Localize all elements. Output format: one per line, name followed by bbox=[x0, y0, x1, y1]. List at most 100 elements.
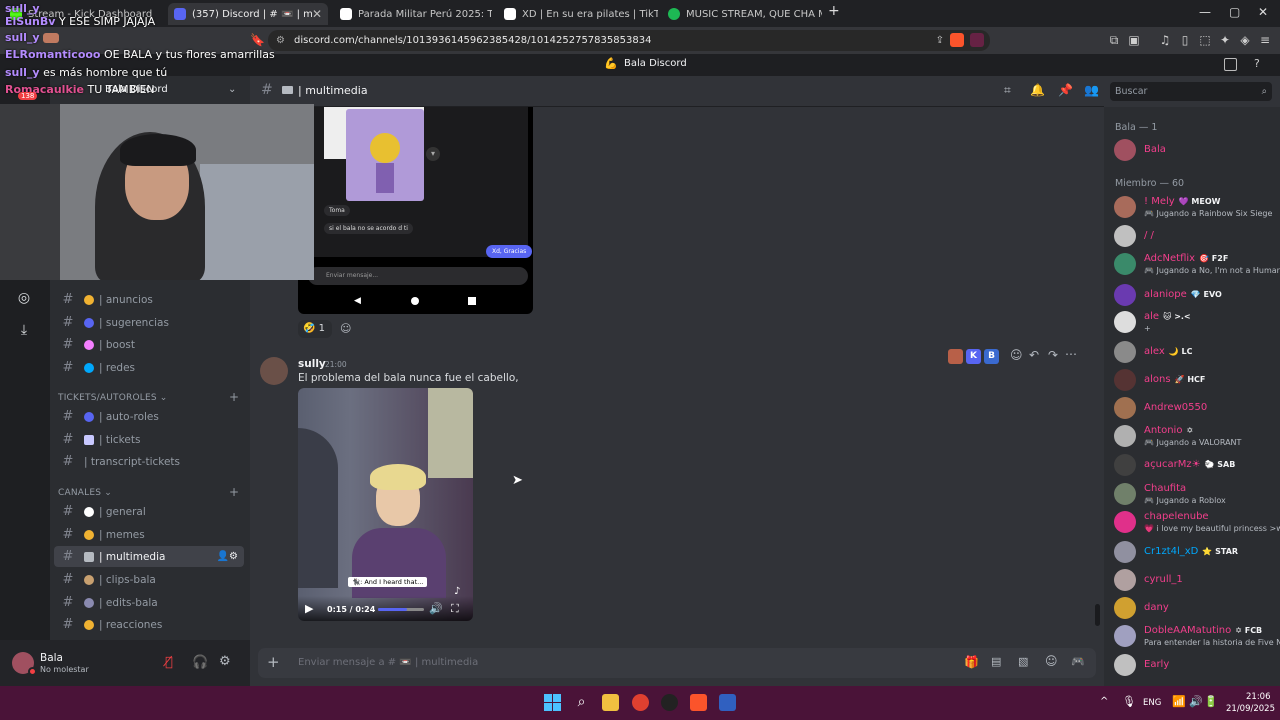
reaction-shortcut-icon[interactable] bbox=[948, 349, 963, 364]
create-channel-icon[interactable]: + bbox=[229, 485, 239, 499]
brave-shields-icon[interactable] bbox=[950, 33, 964, 47]
member-item[interactable]: alons 🚀 HCF bbox=[1114, 367, 1280, 393]
sticker-icon[interactable]: ▧ bbox=[1018, 655, 1028, 668]
member-item[interactable]: Early bbox=[1114, 652, 1280, 678]
reply-icon[interactable]: ↶ bbox=[1029, 348, 1039, 362]
clock-date[interactable]: 21/09/2025 bbox=[1226, 704, 1275, 714]
member-item[interactable]: dany bbox=[1114, 595, 1280, 621]
url-bar[interactable]: ⚙ discord.com/channels/10139361459623854… bbox=[268, 30, 990, 51]
member-item[interactable]: DobleAAMatutino ✡ FCB Para entender la his… bbox=[1114, 623, 1280, 649]
server-name[interactable]: Bala Discord bbox=[105, 84, 168, 95]
member-item[interactable]: alex 🌙 LC bbox=[1114, 339, 1280, 365]
user-settings-icon[interactable]: ⚙ bbox=[219, 654, 231, 669]
add-reaction-icon[interactable]: ☺ bbox=[1010, 348, 1023, 362]
channel-redes[interactable]: # | redes bbox=[54, 357, 244, 378]
play-icon[interactable]: ▶ bbox=[305, 602, 313, 615]
new-tab-button[interactable]: + bbox=[828, 3, 840, 19]
share-icon[interactable]: ⇪ bbox=[936, 30, 944, 51]
avatar[interactable] bbox=[260, 357, 288, 385]
vpn-icon[interactable]: ◈ bbox=[1238, 33, 1252, 47]
video-attachment[interactable]: 🐈‍⬛: And I heard that... ♪ ▶ 0:15 / 0:24… bbox=[298, 388, 473, 621]
ai-icon[interactable]: ✦ bbox=[1218, 33, 1232, 47]
member-item[interactable]: chapelenube 💗 i love my beautiful princes… bbox=[1114, 509, 1280, 535]
download-icon[interactable]: ⤓ bbox=[14, 320, 34, 340]
category-canales[interactable]: CANALES ⌄ bbox=[58, 488, 112, 498]
member-list-icon[interactable]: 👥 bbox=[1084, 83, 1099, 97]
headphones-icon[interactable]: 🎧 bbox=[192, 655, 208, 670]
create-channel-icon[interactable]: + bbox=[229, 390, 239, 404]
member-item[interactable]: ale 🐱 >.< + bbox=[1114, 309, 1280, 335]
tab-music-stream[interactable]: MUSIC STREAM, QUE CHA MIRAS - p bbox=[662, 3, 822, 25]
tab-tiktok[interactable]: XD | En su era pilates | TikTok bbox=[498, 3, 658, 25]
search-input[interactable]: Buscar ⌕ bbox=[1110, 82, 1272, 101]
image-attachment[interactable]: ▾ Toma si el bala no se acordo d ti Xd, … bbox=[298, 107, 533, 314]
menu-icon[interactable]: ≡ bbox=[1258, 33, 1272, 47]
reaction-shortcut-b-icon[interactable]: B bbox=[984, 349, 999, 364]
channel-reacciones[interactable]: # | reacciones bbox=[54, 614, 244, 635]
brave-icon[interactable] bbox=[690, 694, 707, 711]
reaction-shortcut-k-icon[interactable]: K bbox=[966, 349, 981, 364]
volume-tray-icon[interactable]: 🔊 bbox=[1189, 695, 1203, 708]
chevron-down-icon[interactable]: ⌄ bbox=[228, 84, 236, 95]
notification-bell-icon[interactable]: 🔔 bbox=[1030, 83, 1045, 97]
windows-start-icon[interactable] bbox=[544, 694, 561, 711]
channel-transcript-tickets[interactable]: # | transcript-tickets bbox=[54, 451, 244, 472]
pin-icon[interactable]: 📌 bbox=[1058, 83, 1073, 97]
threads-icon[interactable]: ⌗ bbox=[1004, 83, 1011, 98]
member-item[interactable]: Andrew0550 bbox=[1114, 395, 1280, 421]
help-icon[interactable]: ? bbox=[1254, 57, 1260, 70]
chrome-icon[interactable] bbox=[632, 694, 649, 711]
message-author[interactable]: sully bbox=[298, 358, 326, 370]
channel-boost[interactable]: # | boost bbox=[54, 334, 244, 355]
channel-clips-bala[interactable]: # | clips-bala bbox=[54, 569, 244, 590]
bookmark-icon[interactable]: 🔖 bbox=[250, 33, 265, 47]
gif-icon[interactable]: ▤ bbox=[991, 655, 1001, 668]
scrollbar-thumb[interactable] bbox=[1095, 604, 1100, 626]
file-explorer-icon[interactable] bbox=[602, 694, 619, 711]
music-icon[interactable]: ♫ bbox=[1158, 33, 1172, 47]
maximize-button[interactable]: ▢ bbox=[1229, 5, 1240, 19]
gift-icon[interactable]: 🎁 bbox=[964, 655, 979, 669]
fullscreen-icon[interactable]: ⛶ bbox=[451, 602, 459, 616]
sidebar-icon[interactable]: ▯ bbox=[1178, 33, 1192, 47]
reaction-pill[interactable]: 🤣 1 bbox=[298, 320, 332, 338]
site-settings-icon[interactable]: ⚙ bbox=[276, 30, 285, 51]
app-icon[interactable] bbox=[719, 694, 736, 711]
channel-memes[interactable]: # | memes bbox=[54, 524, 244, 545]
member-item[interactable]: AdcNetflix 🎯 F2F 🎮 Jugando a No, I'm not a… bbox=[1114, 251, 1280, 277]
volume-icon[interactable]: 🔊 bbox=[429, 602, 443, 615]
close-window-button[interactable]: ✕ bbox=[1258, 5, 1268, 19]
channel-sugerencias[interactable]: # | sugerencias bbox=[54, 312, 244, 333]
invite-icon[interactable]: 👤⚙ bbox=[217, 551, 238, 562]
channel-auto-roles[interactable]: # | auto-roles bbox=[54, 406, 244, 427]
message-composer[interactable]: + Enviar mensaje a # 📼 | multimedia 🎁 ▤ … bbox=[258, 648, 1096, 678]
channel-anuncios[interactable]: # | anuncios bbox=[54, 289, 244, 310]
channel-tickets[interactable]: # | tickets bbox=[54, 429, 244, 450]
search-icon[interactable]: ⌕ bbox=[573, 694, 590, 711]
extensions-icon[interactable]: ⧉ bbox=[1107, 33, 1121, 47]
discover-icon[interactable]: ◎ bbox=[14, 288, 34, 308]
add-attachment-icon[interactable]: + bbox=[267, 653, 280, 671]
language-indicator[interactable]: ENG bbox=[1143, 698, 1161, 708]
forward-icon[interactable]: ↷ bbox=[1048, 348, 1058, 362]
wifi-icon[interactable]: 📶 bbox=[1172, 695, 1186, 708]
member-item[interactable]: Antonio ✡ 🎮 Jugando a VALORANT bbox=[1114, 423, 1280, 449]
channel-multimedia[interactable]: # | multimedia 👤⚙ bbox=[54, 546, 244, 567]
member-item[interactable]: alaniope 💎 EVO bbox=[1114, 282, 1280, 308]
channel-edits-bala[interactable]: # | edits-bala bbox=[54, 592, 244, 613]
emoji-icon[interactable]: ☺ bbox=[1045, 654, 1058, 668]
obs-icon[interactable] bbox=[661, 694, 678, 711]
apps-icon[interactable]: 🎮 bbox=[1071, 655, 1085, 668]
member-item[interactable]: açucarMz☀ 🐑 SAB bbox=[1114, 452, 1280, 478]
tab-parada-militar[interactable]: Parada Militar Perú 2025: Todo lo que bbox=[334, 3, 492, 25]
tray-chevron-icon[interactable]: ^ bbox=[1100, 696, 1108, 707]
member-item[interactable]: cyrull_1 bbox=[1114, 567, 1280, 593]
brave-rewards-icon[interactable] bbox=[970, 33, 984, 47]
close-tab-icon[interactable]: ✕ bbox=[312, 7, 322, 21]
battery-icon[interactable]: 🔋 bbox=[1204, 695, 1218, 708]
channel-general[interactable]: # | general bbox=[54, 501, 244, 522]
member-item[interactable]: Chaufita 🎮 Jugando a Roblox bbox=[1114, 481, 1280, 507]
member-item[interactable]: / / bbox=[1114, 223, 1280, 249]
wallet2-icon[interactable]: ⬚ bbox=[1198, 33, 1212, 47]
minimize-button[interactable]: — bbox=[1199, 5, 1211, 19]
